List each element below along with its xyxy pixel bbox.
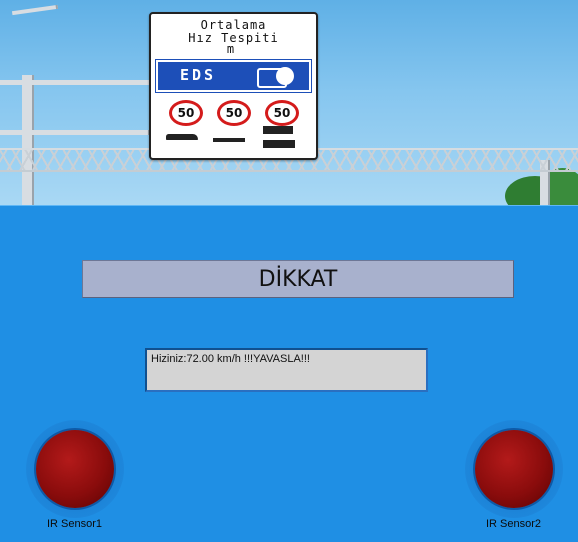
average-speed-sign: Ortalama Hız Tespiti m EDS 50 50 50 — [149, 12, 318, 160]
warning-banner: DİKKAT — [82, 260, 514, 298]
sign-line1: Ortalama — [200, 18, 267, 32]
car-icon — [166, 134, 198, 140]
speed-message-display: Hiziniz:72.00 km/h !!!YAVASLA!!! — [145, 348, 428, 392]
truck-icon — [263, 140, 295, 148]
street-lamp — [11, 4, 59, 16]
camera-lens-icon — [276, 67, 294, 85]
bus-icon — [213, 138, 245, 142]
sign-pole — [22, 75, 34, 205]
eds-label: EDS — [180, 66, 217, 84]
sign-line3: m — [226, 42, 236, 56]
speed-limit-bus: 50 — [217, 100, 251, 126]
ir-sensor1-label: IR Sensor1 — [47, 518, 103, 530]
led-icon — [36, 430, 114, 508]
led-icon — [475, 430, 553, 508]
highway-sign-photo: Ortalama Hız Tespiti m EDS 50 50 50 — [0, 0, 578, 205]
ir-sensor2-label: IR Sensor2 — [486, 518, 542, 530]
truck-icon — [263, 126, 293, 134]
front-panel: DİKKAT Hiziniz:72.00 km/h !!!YAVASLA!!! … — [0, 205, 578, 542]
pole-arm — [0, 80, 160, 85]
ir-sensor1-indicator[interactable] — [26, 420, 124, 518]
ir-sensor2-indicator[interactable] — [465, 420, 563, 518]
speed-limit-truck: 50 — [265, 100, 299, 126]
eds-banner: EDS — [155, 59, 312, 93]
pole-arm — [0, 130, 150, 135]
speed-limit-car: 50 — [169, 100, 203, 126]
